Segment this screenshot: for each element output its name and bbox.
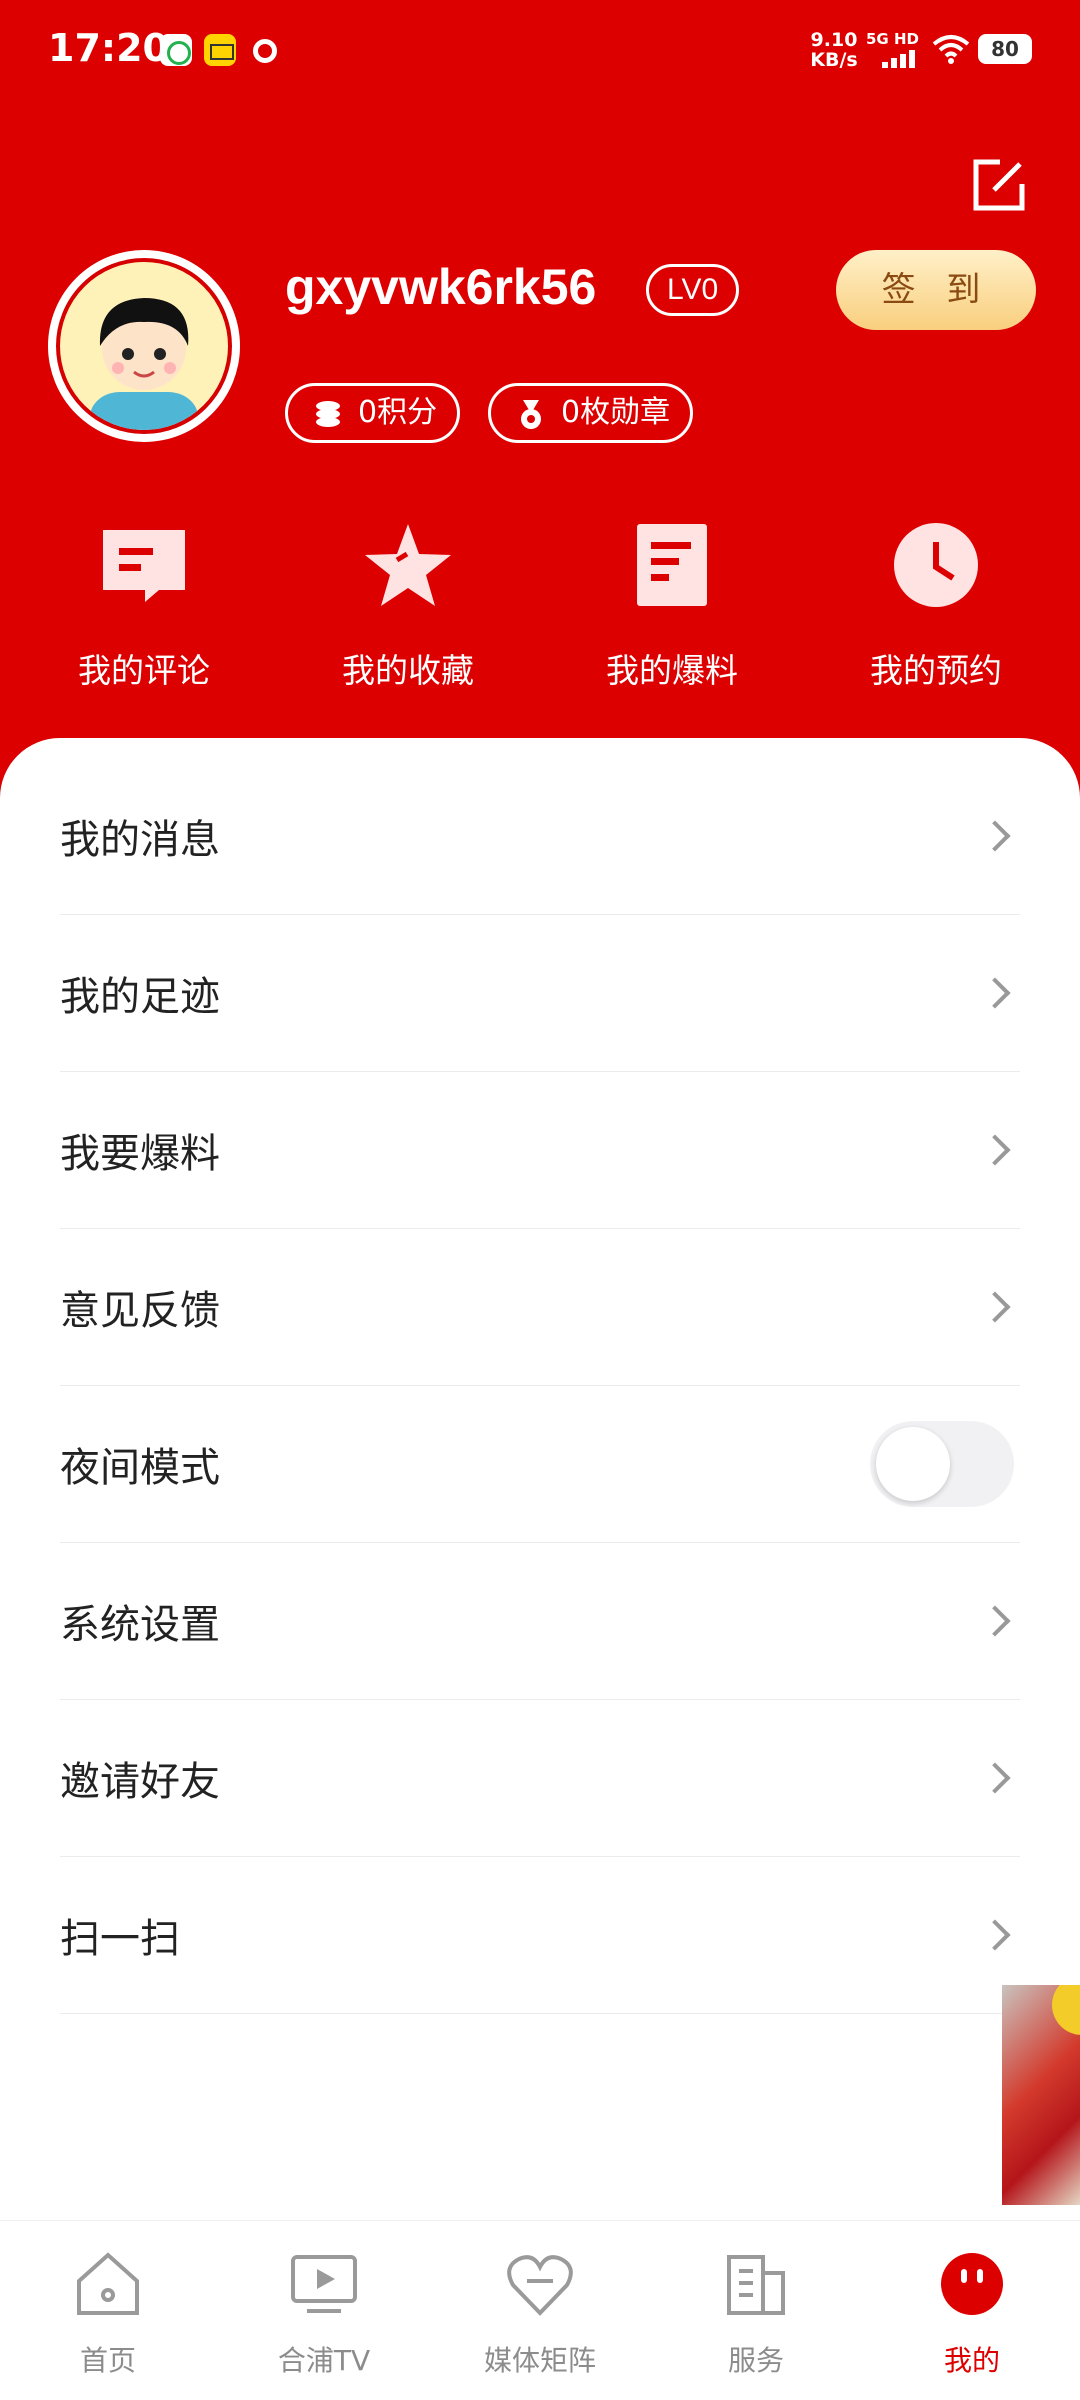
tab-mine[interactable]: 我的 — [864, 2249, 1080, 2379]
menu-card: 我的消息 我的足迹 我要爆料 意见反馈 夜间模式 系统设置 邀请好友 扫一扫 — [0, 738, 1080, 2220]
chevron-right-icon — [979, 1762, 1011, 1794]
points-label: 0积分 — [358, 395, 438, 430]
app-notification-icon — [204, 34, 236, 66]
network-speed: 9.10 KB/s — [810, 29, 858, 71]
tv-play-icon — [291, 2255, 357, 2313]
menu-item-scan[interactable]: 扫一扫 — [60, 1857, 1020, 2014]
chevron-right-icon — [979, 1291, 1011, 1323]
signal-icon — [882, 50, 918, 68]
chevron-right-icon — [979, 1919, 1011, 1951]
medals-pill[interactable]: 0枚勋章 — [488, 383, 694, 443]
app-notification-icon — [160, 34, 192, 66]
level-badge: LV0 — [646, 264, 740, 316]
quick-action-comments[interactable]: 我的评论 — [34, 520, 254, 692]
profile-header: 17:20 9.10 KB/s 5G HD 80 gxyvwk6rk56 LV0… — [0, 0, 1080, 800]
menu-item-messages[interactable]: 我的消息 — [60, 758, 1020, 915]
network-type: 5G HD — [866, 30, 919, 48]
chevron-right-icon — [979, 1605, 1011, 1637]
floating-ad-thumbnail[interactable] — [1002, 1985, 1080, 2205]
coins-icon — [316, 401, 340, 427]
heart-link-icon — [507, 2255, 573, 2316]
profile-face-icon — [941, 2253, 1003, 2315]
battery-icon: 80 — [978, 34, 1032, 64]
username[interactable]: gxyvwk6rk56 — [285, 258, 596, 316]
medals-label: 0枚勋章 — [561, 395, 671, 430]
menu-item-footprints[interactable]: 我的足迹 — [60, 915, 1020, 1072]
star-icon — [365, 524, 451, 606]
status-bar: 17:20 9.10 KB/s 5G HD 80 — [0, 0, 1080, 100]
menu-item-system-settings[interactable]: 系统设置 — [60, 1543, 1020, 1700]
night-mode-toggle[interactable] — [870, 1421, 1014, 1507]
tab-media-matrix[interactable]: 媒体矩阵 — [432, 2249, 648, 2379]
chevron-right-icon — [979, 1134, 1011, 1166]
menu-item-night-mode: 夜间模式 — [60, 1386, 1020, 1543]
clock-icon — [894, 523, 978, 607]
menu-item-invite-friends[interactable]: 邀请好友 — [60, 1700, 1020, 1857]
chevron-right-icon — [979, 820, 1011, 852]
quick-action-appointments[interactable]: 我的预约 — [826, 520, 1046, 692]
boy-avatar-icon — [90, 298, 198, 430]
report-doc-icon — [637, 524, 707, 606]
wifi-icon — [932, 35, 970, 64]
tab-home[interactable]: 首页 — [0, 2249, 216, 2379]
checkin-button[interactable]: 签 到 — [836, 250, 1036, 330]
toggle-knob — [876, 1427, 950, 1501]
points-pill[interactable]: 0积分 — [285, 383, 461, 443]
edit-icon[interactable] — [970, 156, 1028, 214]
quick-action-reports[interactable]: 我的爆料 — [562, 520, 782, 692]
avatar[interactable] — [48, 250, 240, 442]
home-icon — [77, 2252, 139, 2315]
comment-icon — [103, 530, 185, 602]
chevron-right-icon — [979, 977, 1011, 1009]
building-icon — [727, 2255, 785, 2315]
medal-icon — [521, 400, 541, 429]
tab-services[interactable]: 服务 — [648, 2249, 864, 2379]
tab-hepu-tv[interactable]: 合浦TV — [216, 2249, 432, 2379]
status-time: 17:20 — [48, 26, 169, 70]
menu-item-feedback[interactable]: 意见反馈 — [60, 1229, 1020, 1386]
bottom-tab-bar: 首页 合浦TV 媒体矩阵 服务 我的 — [0, 2220, 1080, 2400]
menu-item-submit-report[interactable]: 我要爆料 — [60, 1072, 1020, 1229]
settings-notification-icon — [248, 34, 280, 66]
quick-action-favorites[interactable]: 我的收藏 — [298, 520, 518, 692]
